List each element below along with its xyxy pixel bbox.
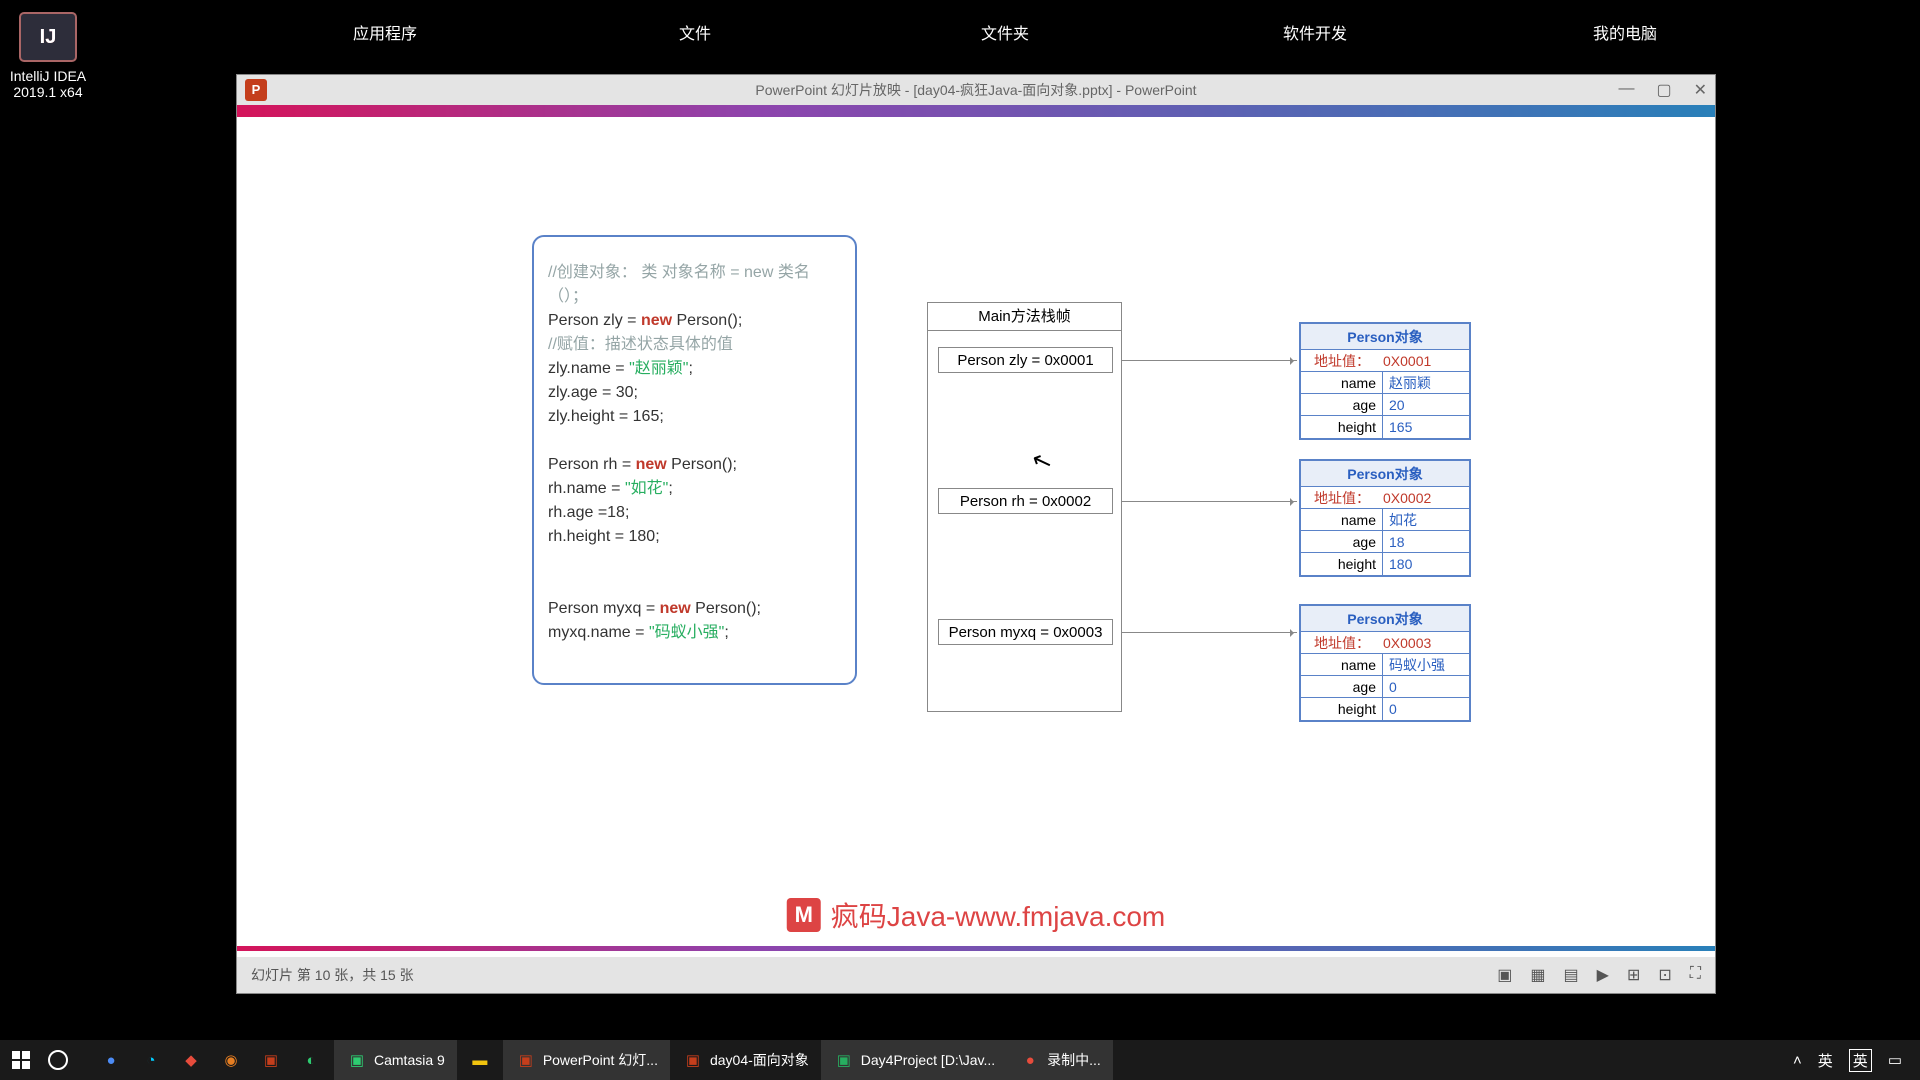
- slide-object-box-3: Person对象 地址值：0X0003 name码蚁小强 age0 height…: [1299, 604, 1471, 722]
- taskbar-explorer[interactable]: ▬: [457, 1040, 503, 1080]
- slide-brand-footer: M 疯码Java-www.fmjava.com: [787, 895, 1166, 935]
- slide-code-box: //创建对象： 类 对象名称 = new 类名（）； Person zly = …: [532, 235, 857, 685]
- desktop-icon-intellij[interactable]: IJ IntelliJ IDEA 2019.1 x64: [8, 12, 88, 100]
- pin-icon[interactable]: ◐: [300, 1049, 322, 1071]
- stack-slot-myxq: Person myxq = 0x0003: [938, 619, 1113, 645]
- powerpoint-icon: P: [245, 79, 267, 101]
- ime-indicator-2[interactable]: 英: [1849, 1049, 1872, 1072]
- slide-object-box-1: Person对象 地址值：0X0001 name赵丽颖 age20 height…: [1299, 322, 1471, 440]
- powerpoint-icon: ▣: [682, 1049, 704, 1071]
- shelf-apps[interactable]: 应用程序: [230, 20, 540, 50]
- shelf-file[interactable]: 文件: [540, 20, 850, 50]
- shelf-topbar: 应用程序 文件 文件夹 软件开发 我的电脑: [230, 20, 1780, 50]
- view-notes-icon[interactable]: ⊞: [1627, 965, 1640, 985]
- taskbar-pinned-icons[interactable]: ● ◔ ◆ ◉ ▣ ◐: [88, 1040, 334, 1080]
- view-slideshow-icon[interactable]: ▶: [1597, 965, 1609, 985]
- desktop-icon-label-2: 2019.1 x64: [8, 84, 88, 100]
- system-tray[interactable]: ˄ 英 英 ▭: [1793, 1049, 1920, 1072]
- taskbar-powerpoint-doc[interactable]: ▣ day04-面向对象: [670, 1040, 821, 1080]
- ribbon-gradient: [237, 105, 1715, 117]
- firefox-icon[interactable]: ◉: [220, 1049, 242, 1071]
- shelf-dev[interactable]: 软件开发: [1160, 20, 1470, 50]
- taskbar-powerpoint-show[interactable]: ▣ PowerPoint 幻灯...: [503, 1040, 670, 1080]
- view-normal-icon[interactable]: ▣: [1497, 965, 1512, 985]
- tray-chevron-icon[interactable]: ˄: [1793, 1052, 1802, 1069]
- stack-slot-rh: Person rh = 0x0002: [938, 488, 1113, 514]
- brand-text: 疯码Java-www.fmjava.com: [831, 895, 1166, 935]
- slide-stack-frame: Main方法栈帧 Person zly = 0x0001 Person rh =…: [927, 302, 1122, 712]
- stack-title: Main方法栈帧: [928, 303, 1121, 331]
- taskbar-camtasia[interactable]: ▣ Camtasia 9: [334, 1040, 457, 1080]
- powerpoint-window: P PowerPoint 幻灯片放映 - [day04-疯狂Java-面向对象.…: [236, 74, 1716, 994]
- window-close-button[interactable]: ✕: [1694, 80, 1707, 100]
- window-maximize-button[interactable]: ▢: [1656, 80, 1671, 100]
- code-comment: //创建对象： 类 对象名称 = new 类名（）；: [548, 261, 841, 309]
- brand-icon: M: [787, 898, 821, 932]
- stack-slot-zly: Person zly = 0x0001: [938, 347, 1113, 373]
- intellij-icon: IJ: [19, 12, 77, 62]
- powerpoint-icon: ▣: [515, 1049, 537, 1071]
- shelf-folder[interactable]: 文件夹: [850, 20, 1160, 50]
- window-title: PowerPoint 幻灯片放映 - [day04-疯狂Java-面向对象.pp…: [755, 80, 1196, 100]
- footer-gradient: [237, 946, 1715, 951]
- object-title: Person对象: [1301, 461, 1469, 487]
- notification-icon[interactable]: ▭: [1888, 1051, 1902, 1069]
- slide-object-box-2: Person对象 地址值：0X0002 name如花 age18 height1…: [1299, 459, 1471, 577]
- taskbar-intellij[interactable]: ▣ Day4Project [D:\Jav...: [821, 1040, 1007, 1080]
- view-sorter-icon[interactable]: ▦: [1530, 965, 1545, 985]
- arrow-icon: [1122, 632, 1297, 633]
- view-fit-icon[interactable]: ⛶: [1690, 965, 1701, 985]
- record-icon: ●: [1019, 1049, 1041, 1071]
- code-comment: //赋值：描述状态具体的值: [548, 333, 841, 357]
- view-reading-icon[interactable]: ▤: [1564, 965, 1579, 985]
- pin-icon[interactable]: ◆: [180, 1049, 202, 1071]
- camtasia-icon: ▣: [346, 1049, 368, 1071]
- window-titlebar[interactable]: P PowerPoint 幻灯片放映 - [day04-疯狂Java-面向对象.…: [237, 75, 1715, 105]
- intellij-icon: ▣: [833, 1049, 855, 1071]
- shelf-pc[interactable]: 我的电脑: [1470, 20, 1780, 50]
- slide-canvas[interactable]: //创建对象： 类 对象名称 = new 类名（）； Person zly = …: [237, 117, 1715, 947]
- folder-icon: ▬: [469, 1049, 491, 1071]
- pin-icon[interactable]: ▣: [260, 1049, 282, 1071]
- powerpoint-statusbar: 幻灯片 第 10 张，共 15 张 ▣ ▦ ▤ ▶ ⊞ ⊡ ⛶: [237, 957, 1715, 993]
- window-minimize-button[interactable]: —: [1618, 80, 1634, 100]
- cortana-icon[interactable]: [48, 1050, 68, 1070]
- chrome-icon[interactable]: ●: [100, 1049, 122, 1071]
- object-title: Person对象: [1301, 324, 1469, 350]
- arrow-icon: [1122, 360, 1297, 361]
- edge-icon[interactable]: ◔: [140, 1049, 162, 1071]
- taskbar-recorder[interactable]: ● 录制中...: [1007, 1040, 1113, 1080]
- windows-taskbar: ● ◔ ◆ ◉ ▣ ◐ ▣ Camtasia 9 ▬ ▣ PowerPoint …: [0, 1040, 1920, 1080]
- ime-indicator[interactable]: 英: [1818, 1050, 1833, 1071]
- slide-counter: 幻灯片 第 10 张，共 15 张: [251, 965, 414, 985]
- view-zoom-icon[interactable]: ⊡: [1658, 965, 1671, 985]
- start-button[interactable]: [12, 1051, 30, 1069]
- object-title: Person对象: [1301, 606, 1469, 632]
- arrow-icon: [1122, 501, 1297, 502]
- desktop-icon-label: IntelliJ IDEA: [8, 68, 88, 84]
